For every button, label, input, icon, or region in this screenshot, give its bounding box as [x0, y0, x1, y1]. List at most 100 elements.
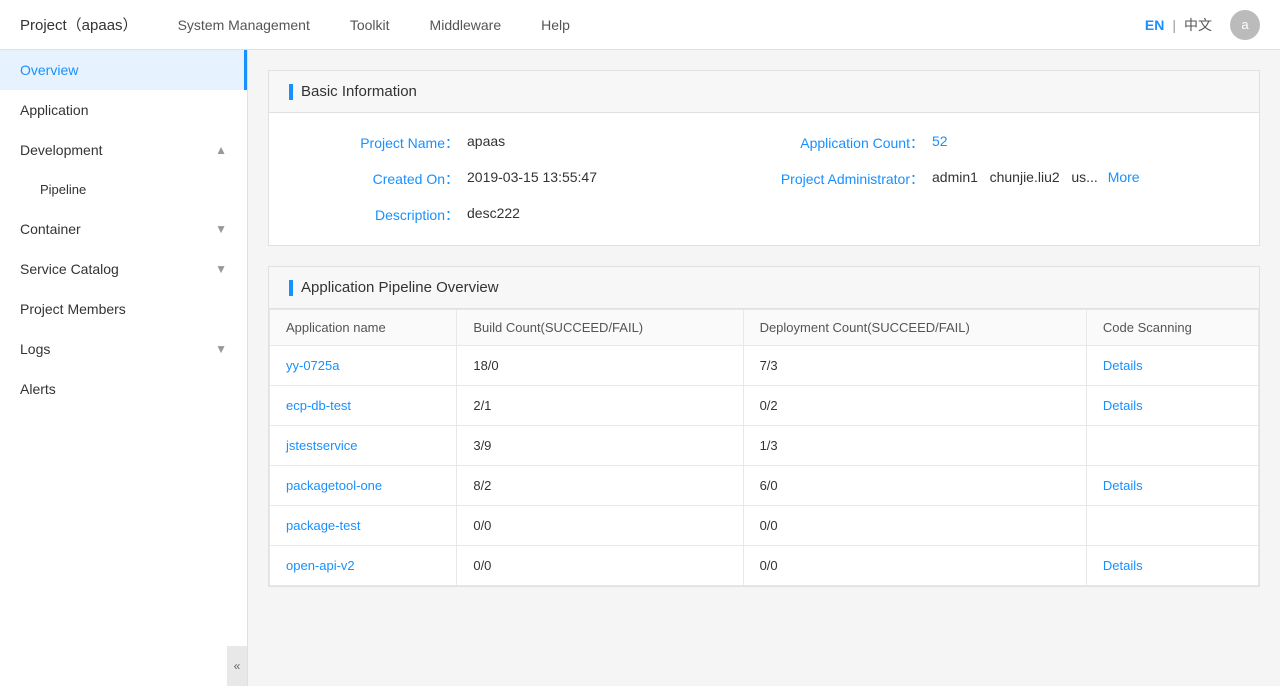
col-app-name: Application name	[270, 310, 457, 346]
nav-middleware[interactable]: Middleware	[430, 17, 502, 33]
sidebar-item-container[interactable]: Container ▼	[0, 209, 247, 249]
code-scanning-link[interactable]: Details	[1103, 558, 1143, 573]
col-build-count: Build Count(SUCCEED/FAIL)	[457, 310, 743, 346]
app-name-link[interactable]: ecp-db-test	[286, 398, 351, 413]
admin-1: admin1	[932, 169, 978, 185]
sidebar-item-logs-label: Logs	[20, 341, 50, 357]
top-nav: Project（apaas） System Management Toolkit…	[0, 0, 1280, 50]
info-grid: Project Name： apaas Application Count： 5…	[299, 133, 1229, 225]
deploy-count-value: 0/2	[743, 386, 1086, 426]
more-admins-link[interactable]: More	[1108, 169, 1140, 185]
sidebar-item-development[interactable]: Development ▲	[0, 130, 247, 170]
sidebar-item-overview[interactable]: Overview	[0, 50, 247, 90]
app-name-link[interactable]: packagetool-one	[286, 478, 382, 493]
collapse-icon: «	[234, 659, 241, 673]
nav-system-management[interactable]: System Management	[178, 17, 310, 33]
deploy-count-value: 0/0	[743, 506, 1086, 546]
pipeline-overview-title: Application Pipeline Overview	[301, 279, 499, 296]
sidebar-item-project-members-label: Project Members	[20, 301, 126, 317]
basic-info-card: Basic Information Project Name： apaas Ap…	[268, 70, 1260, 246]
description-label: Description：	[299, 205, 459, 225]
code-scanning-link[interactable]: Details	[1103, 358, 1143, 373]
basic-info-title: Basic Information	[301, 83, 417, 100]
sidebar-item-service-catalog-label: Service Catalog	[20, 261, 119, 277]
sidebar-item-application-label: Application	[20, 102, 89, 118]
code-scanning-value: Details	[1086, 386, 1258, 426]
build-count-value: 18/0	[457, 346, 743, 386]
sidebar-item-logs[interactable]: Logs ▼	[0, 329, 247, 369]
basic-info-header: Basic Information	[269, 71, 1259, 113]
sidebar-item-overview-label: Overview	[20, 62, 78, 78]
basic-info-body: Project Name： apaas Application Count： 5…	[269, 113, 1259, 245]
admin-3: us...	[1071, 169, 1097, 185]
admin-values: admin1 chunjie.liu2 us... More	[932, 169, 1140, 185]
pipeline-overview-card: Application Pipeline Overview Applicatio…	[268, 266, 1260, 587]
sidebar: Overview Application Development ▲ Pipel…	[0, 50, 248, 686]
app-name-link[interactable]: open-api-v2	[286, 558, 355, 573]
code-scanning-link[interactable]: Details	[1103, 478, 1143, 493]
sidebar-item-development-label: Development	[20, 142, 103, 158]
lang-en-button[interactable]: EN	[1145, 17, 1164, 33]
pipeline-section-title-bar	[289, 280, 293, 296]
build-count-value: 0/0	[457, 506, 743, 546]
sidebar-item-alerts-label: Alerts	[20, 381, 56, 397]
sidebar-item-project-members[interactable]: Project Members	[0, 289, 247, 329]
info-row-app-count: Application Count： 52	[764, 133, 1229, 153]
admin-label: Project Administrator：	[764, 169, 924, 189]
build-count-value: 0/0	[457, 546, 743, 586]
table-row: ecp-db-test 2/10/2 Details	[270, 386, 1259, 426]
section-title-bar	[289, 84, 293, 100]
col-deploy-count: Deployment Count(SUCCEED/FAIL)	[743, 310, 1086, 346]
project-name-label: Project Name：	[299, 133, 459, 153]
code-scanning-value: Details	[1086, 546, 1258, 586]
chevron-down-icon-logs: ▼	[215, 342, 227, 356]
pipeline-overview-header: Application Pipeline Overview	[269, 267, 1259, 309]
main-content: Basic Information Project Name： apaas Ap…	[248, 50, 1280, 686]
sidebar-item-pipeline[interactable]: Pipeline	[0, 170, 247, 209]
app-name-link[interactable]: package-test	[286, 518, 360, 533]
build-count-value: 2/1	[457, 386, 743, 426]
main-layout: Overview Application Development ▲ Pipel…	[0, 50, 1280, 686]
code-scanning-link[interactable]: Details	[1103, 398, 1143, 413]
nav-help[interactable]: Help	[541, 17, 570, 33]
nav-items: System Management Toolkit Middleware Hel…	[178, 17, 1145, 33]
avatar[interactable]: a	[1230, 10, 1260, 40]
brand-label[interactable]: Project（apaas）	[20, 14, 138, 35]
col-code-scanning: Code Scanning	[1086, 310, 1258, 346]
chevron-down-icon-service: ▼	[215, 262, 227, 276]
sidebar-collapse-button[interactable]: «	[227, 646, 247, 686]
created-on-value: 2019-03-15 13:55:47	[467, 169, 597, 185]
created-on-label: Created On：	[299, 169, 459, 189]
lang-zh-button[interactable]: 中文	[1184, 15, 1212, 35]
pipeline-table-wrapper: Application name Build Count(SUCCEED/FAI…	[269, 309, 1259, 586]
deploy-count-value: 0/0	[743, 546, 1086, 586]
info-row-description: Description： desc222	[299, 205, 1229, 225]
table-row: yy-0725a 18/07/3 Details	[270, 346, 1259, 386]
admin-2: chunjie.liu2	[990, 169, 1060, 185]
lang-separator: |	[1172, 17, 1176, 33]
nav-toolkit[interactable]: Toolkit	[350, 17, 390, 33]
code-scanning-value	[1086, 506, 1258, 546]
info-row-admin: Project Administrator： admin1 chunjie.li…	[764, 169, 1229, 189]
build-count-value: 3/9	[457, 426, 743, 466]
deploy-count-value: 6/0	[743, 466, 1086, 506]
description-value: desc222	[467, 205, 520, 221]
build-count-value: 8/2	[457, 466, 743, 506]
chevron-down-icon-container: ▼	[215, 222, 227, 236]
table-row: jstestservice3/91/3	[270, 426, 1259, 466]
table-row: package-test 0/00/0	[270, 506, 1259, 546]
app-name-link[interactable]: yy-0725a	[286, 358, 339, 373]
sidebar-item-service-catalog[interactable]: Service Catalog ▼	[0, 249, 247, 289]
deploy-count-value: 7/3	[743, 346, 1086, 386]
table-row: open-api-v2 0/00/0 Details	[270, 546, 1259, 586]
sidebar-item-application[interactable]: Application	[0, 90, 247, 130]
table-header-row: Application name Build Count(SUCCEED/FAI…	[270, 310, 1259, 346]
sidebar-item-alerts[interactable]: Alerts	[0, 369, 247, 409]
info-row-project-name: Project Name： apaas	[299, 133, 764, 153]
code-scanning-value: Details	[1086, 466, 1258, 506]
sidebar-item-container-label: Container	[20, 221, 81, 237]
app-name-link[interactable]: jstestservice	[286, 438, 358, 453]
top-nav-right: EN | 中文 a	[1145, 10, 1260, 40]
pipeline-table: Application name Build Count(SUCCEED/FAI…	[269, 309, 1259, 586]
code-scanning-value	[1086, 426, 1258, 466]
